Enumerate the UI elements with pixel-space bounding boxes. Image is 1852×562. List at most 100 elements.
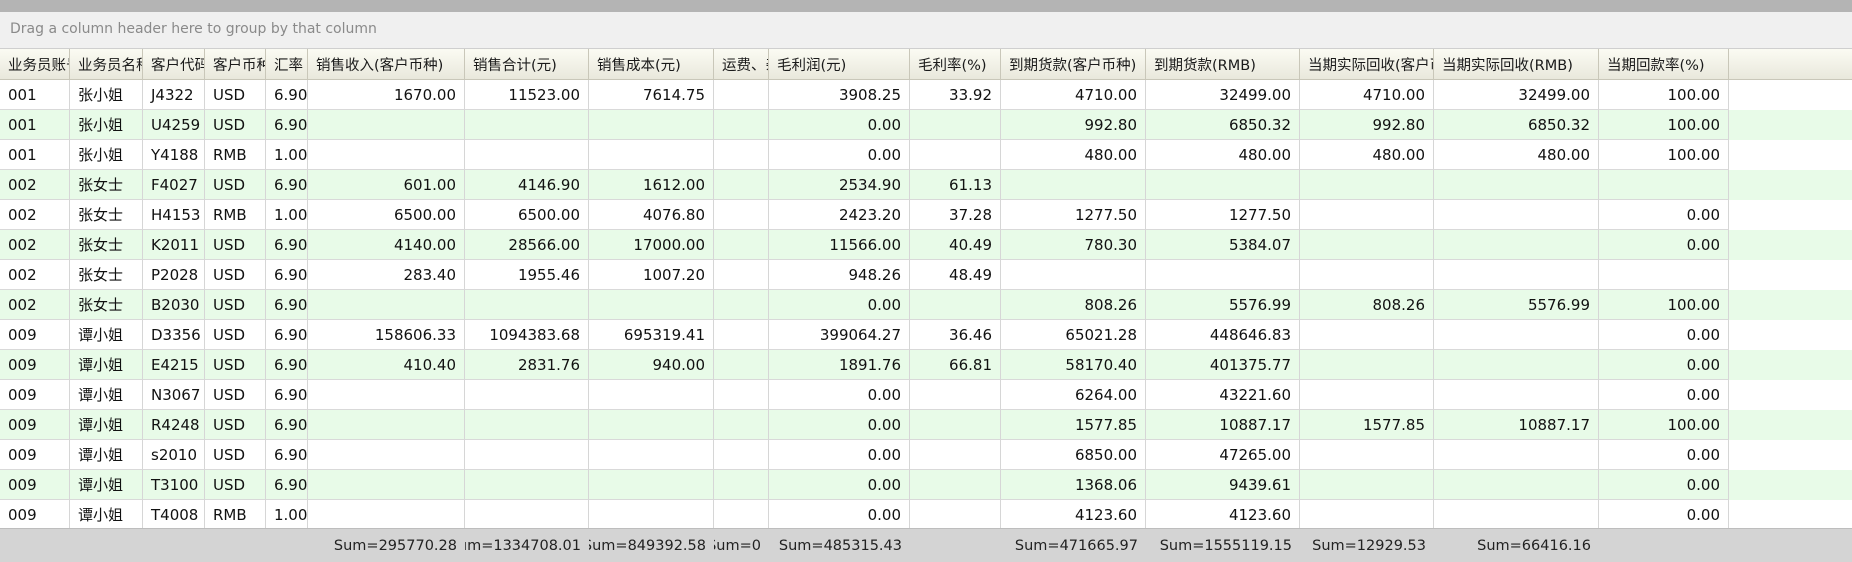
cell-agent-name[interactable]: 谭小姐 <box>70 350 143 380</box>
table-row[interactable]: 002张女士H4153RMB1.0006500.006500.004076.80… <box>0 200 1852 230</box>
table-row[interactable]: 009谭小姐T4008RMB1.000 0.00 4123.604123.60 0.0… <box>0 500 1852 530</box>
cell-sales-total[interactable]: 4146.90 <box>465 170 589 200</box>
cell-sales-total[interactable] <box>465 440 589 470</box>
cell-customer-code[interactable]: D3356 <box>143 320 205 350</box>
cell-recovered-rmb[interactable] <box>1434 320 1599 350</box>
cell-due-rmb[interactable]: 1277.50 <box>1146 200 1300 230</box>
cell-recovered-rmb[interactable]: 480.00 <box>1434 140 1599 170</box>
cell-freight[interactable] <box>714 440 769 470</box>
cell-agent-id[interactable]: 002 <box>0 200 70 230</box>
cell-currency[interactable]: USD <box>205 410 266 440</box>
table-row[interactable]: 009谭小姐R4248USD6.9000.001577.8510887.1715… <box>0 410 1852 440</box>
cell-exchange-rate[interactable]: 6.900 <box>266 110 308 140</box>
cell-due-rmb[interactable] <box>1146 260 1300 290</box>
table-row[interactable]: 009谭小姐T3100USD6.900 0.00 1368.069439.61 0.0… <box>0 470 1852 500</box>
cell-gross-profit[interactable]: 2423.20 <box>769 200 910 230</box>
cell-agent-id[interactable]: 002 <box>0 170 70 200</box>
cell-sales-total[interactable]: 1094383.68 <box>465 320 589 350</box>
cell-margin[interactable]: 61.13 <box>910 170 1001 200</box>
cell-recovered-rmb[interactable]: 5576.99 <box>1434 290 1599 320</box>
cell-recovered-cc[interactable]: 4710.00 <box>1300 80 1434 110</box>
cell-sales-cost[interactable]: 17000.00 <box>589 230 714 260</box>
cell-sales-cost[interactable] <box>589 470 714 500</box>
cell-recovery-rate[interactable]: 100.00 <box>1599 410 1729 440</box>
cell-due-cc[interactable]: 6264.00 <box>1001 380 1146 410</box>
cell-sales-cost[interactable]: 7614.75 <box>589 80 714 110</box>
cell-recovery-rate[interactable]: 100.00 <box>1599 140 1729 170</box>
cell-agent-id[interactable]: 009 <box>0 380 70 410</box>
cell-customer-code[interactable]: H4153 <box>143 200 205 230</box>
cell-recovery-rate[interactable]: 100.00 <box>1599 110 1729 140</box>
cell-sales-income-cc[interactable] <box>308 500 465 530</box>
cell-agent-id[interactable]: 009 <box>0 320 70 350</box>
cell-recovery-rate[interactable]: 0.00 <box>1599 500 1729 530</box>
column-header-recovered-cc[interactable]: 当期实际回收(客户币种) <box>1300 49 1434 79</box>
cell-currency[interactable]: USD <box>205 440 266 470</box>
cell-due-cc[interactable]: 480.00 <box>1001 140 1146 170</box>
cell-exchange-rate[interactable]: 6.900 <box>266 380 308 410</box>
cell-freight[interactable] <box>714 380 769 410</box>
cell-currency[interactable]: RMB <box>205 500 266 530</box>
cell-due-cc[interactable]: 58170.40 <box>1001 350 1146 380</box>
cell-agent-id[interactable]: 009 <box>0 350 70 380</box>
cell-recovered-rmb[interactable]: 32499.00 <box>1434 80 1599 110</box>
cell-agent-name[interactable]: 张女士 <box>70 200 143 230</box>
cell-margin[interactable] <box>910 500 1001 530</box>
cell-due-rmb[interactable]: 448646.83 <box>1146 320 1300 350</box>
column-header-gross-profit[interactable]: 毛利润(元) <box>769 49 910 79</box>
cell-sales-cost[interactable] <box>589 110 714 140</box>
cell-customer-code[interactable]: J4322 <box>143 80 205 110</box>
cell-currency[interactable]: RMB <box>205 200 266 230</box>
cell-due-rmb[interactable]: 47265.00 <box>1146 440 1300 470</box>
cell-recovered-rmb[interactable] <box>1434 350 1599 380</box>
cell-margin[interactable]: 66.81 <box>910 350 1001 380</box>
cell-exchange-rate[interactable]: 6.900 <box>266 350 308 380</box>
cell-gross-profit[interactable]: 0.00 <box>769 380 910 410</box>
cell-freight[interactable] <box>714 200 769 230</box>
cell-sales-cost[interactable] <box>589 500 714 530</box>
cell-recovered-rmb[interactable] <box>1434 230 1599 260</box>
cell-due-rmb[interactable]: 6850.32 <box>1146 110 1300 140</box>
cell-customer-code[interactable]: U4259 <box>143 110 205 140</box>
cell-sales-cost[interactable] <box>589 140 714 170</box>
table-row[interactable]: 001张小姐U4259USD6.9000.00992.806850.32992.… <box>0 110 1852 140</box>
cell-recovery-rate[interactable]: 0.00 <box>1599 200 1729 230</box>
cell-recovered-rmb[interactable] <box>1434 440 1599 470</box>
cell-customer-code[interactable]: R4248 <box>143 410 205 440</box>
cell-recovered-rmb[interactable] <box>1434 470 1599 500</box>
column-header-sales-cost[interactable]: 销售成本(元) <box>589 49 714 79</box>
cell-gross-profit[interactable]: 0.00 <box>769 440 910 470</box>
cell-customer-code[interactable]: K2011 <box>143 230 205 260</box>
cell-agent-name[interactable]: 张小姐 <box>70 80 143 110</box>
cell-agent-id[interactable]: 009 <box>0 500 70 530</box>
cell-customer-code[interactable]: E4215 <box>143 350 205 380</box>
cell-agent-id[interactable]: 009 <box>0 440 70 470</box>
cell-customer-code[interactable]: P2028 <box>143 260 205 290</box>
cell-customer-code[interactable]: T4008 <box>143 500 205 530</box>
cell-recovery-rate[interactable]: 0.00 <box>1599 440 1729 470</box>
cell-recovery-rate[interactable]: 0.00 <box>1599 320 1729 350</box>
cell-recovered-rmb[interactable] <box>1434 170 1599 200</box>
cell-recovered-cc[interactable] <box>1300 350 1434 380</box>
cell-recovery-rate[interactable]: 100.00 <box>1599 80 1729 110</box>
cell-gross-profit[interactable]: 2534.90 <box>769 170 910 200</box>
cell-recovered-cc[interactable] <box>1300 200 1434 230</box>
cell-margin[interactable] <box>910 290 1001 320</box>
cell-sales-income-cc[interactable]: 601.00 <box>308 170 465 200</box>
cell-sales-cost[interactable]: 4076.80 <box>589 200 714 230</box>
cell-agent-name[interactable]: 张小姐 <box>70 110 143 140</box>
cell-agent-id[interactable]: 002 <box>0 230 70 260</box>
cell-margin[interactable] <box>910 140 1001 170</box>
group-by-panel[interactable]: Drag a column header here to group by th… <box>0 12 1852 49</box>
cell-due-rmb[interactable]: 4123.60 <box>1146 500 1300 530</box>
cell-sales-cost[interactable] <box>589 290 714 320</box>
cell-margin[interactable]: 48.49 <box>910 260 1001 290</box>
cell-agent-id[interactable]: 002 <box>0 290 70 320</box>
cell-agent-id[interactable]: 001 <box>0 80 70 110</box>
cell-margin[interactable]: 37.28 <box>910 200 1001 230</box>
column-header-recovery-rate[interactable]: 当期回款率(%) <box>1599 49 1729 79</box>
column-header-sales-income-cc[interactable]: 销售收入(客户币种) <box>308 49 465 79</box>
cell-gross-profit[interactable]: 0.00 <box>769 140 910 170</box>
cell-due-rmb[interactable]: 5576.99 <box>1146 290 1300 320</box>
cell-sales-cost[interactable] <box>589 380 714 410</box>
